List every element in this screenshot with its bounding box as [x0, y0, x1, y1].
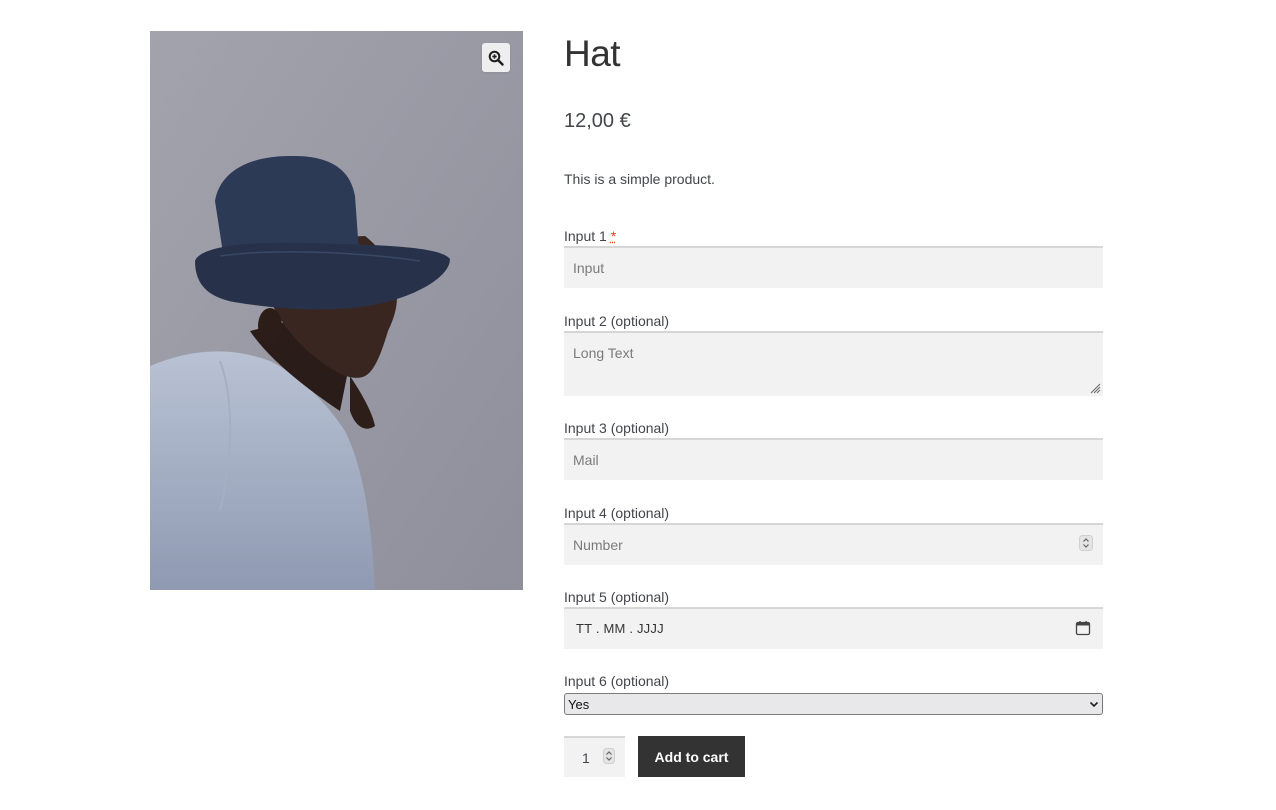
input-3-email-field[interactable] — [564, 438, 1103, 480]
input-2-textarea[interactable] — [564, 331, 1103, 396]
product-title: Hat — [564, 33, 621, 74]
input-2-wrapper — [564, 331, 1103, 396]
zoom-in-icon — [488, 50, 504, 66]
input-6-select[interactable]: Yes — [564, 693, 1103, 715]
quantity-spinner-icon[interactable] — [603, 748, 615, 764]
input-3-label: Input 3 (optional) — [564, 420, 670, 436]
required-mark: * — [610, 228, 617, 244]
product-gallery — [150, 31, 523, 590]
product-image[interactable] — [150, 31, 523, 590]
calendar-icon[interactable] — [1075, 620, 1091, 636]
product-short-description: This is a simple product. — [564, 171, 715, 187]
input-1-label: Input 1 * — [564, 227, 616, 245]
input-6-label: Input 6 (optional) — [564, 673, 670, 689]
select-value: Yes — [568, 696, 590, 712]
add-to-cart-button[interactable]: Add to cart — [638, 736, 745, 777]
input-5-date-field[interactable]: TT . MM . JJJJ — [564, 607, 1103, 649]
chevron-down-icon — [1089, 701, 1099, 708]
resize-handle-icon[interactable] — [1089, 382, 1101, 394]
quantity-stepper[interactable]: 1 — [564, 736, 625, 777]
input-1-label-text: Input 1 — [564, 228, 611, 244]
input-4-wrapper — [564, 523, 1103, 565]
date-value: TT . MM . JJJJ — [576, 621, 664, 636]
product-price: 12,00 € — [564, 110, 631, 132]
zoom-button[interactable] — [482, 43, 510, 72]
input-2-label: Input 2 (optional) — [564, 313, 670, 329]
quantity-value: 1 — [582, 750, 590, 766]
input-1-field[interactable] — [564, 246, 1103, 288]
input-4-number-field[interactable] — [564, 523, 1103, 565]
input-4-label: Input 4 (optional) — [564, 505, 670, 521]
input-5-label: Input 5 (optional) — [564, 589, 670, 605]
number-spinner-icon[interactable] — [1079, 535, 1093, 551]
